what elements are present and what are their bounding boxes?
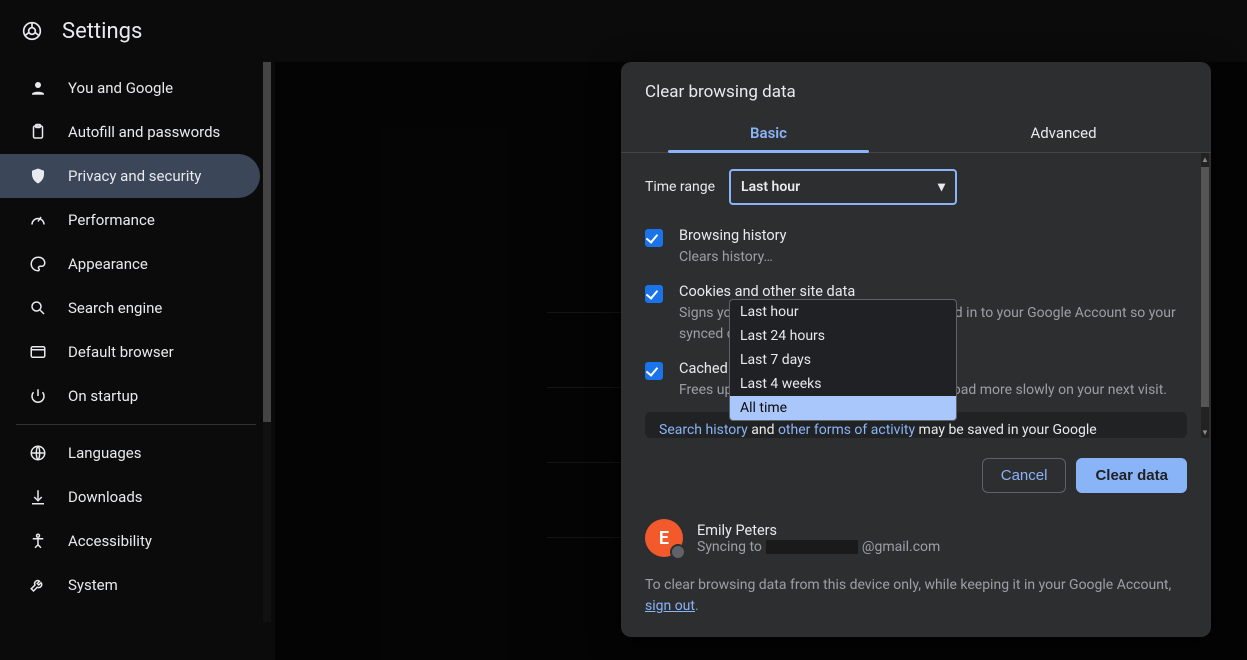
time-option-last-4-weeks[interactable]: Last 4 weeks [730, 372, 956, 396]
clear-browsing-data-dialog: Clear browsing data Basic Advanced Time … [621, 62, 1211, 637]
dialog-title: Clear browsing data [621, 62, 1211, 114]
checkbox-checked-icon[interactable] [645, 362, 663, 380]
sidebar-item-appearance[interactable]: Appearance [0, 242, 275, 286]
link-search-history[interactable]: Search history [659, 422, 748, 438]
page-title: Settings [62, 19, 142, 44]
sidebar-item-label: Languages [68, 444, 142, 462]
sidebar-item-default-browser[interactable]: Default browser [0, 330, 275, 374]
time-range-dropdown: Last hour Last 24 hours Last 7 days Last… [729, 299, 957, 421]
text: Syncing to [697, 539, 762, 555]
checkbox-checked-icon[interactable] [645, 285, 663, 303]
account-row: E Emily Peters Syncing to @gmail.com [621, 509, 1211, 561]
signout-note: To clear browsing data from this device … [621, 561, 1211, 633]
tab-basic[interactable]: Basic [621, 114, 916, 152]
sidebar-item-label: Search engine [68, 299, 162, 317]
globe-icon [28, 444, 48, 462]
tab-advanced[interactable]: Advanced [916, 114, 1211, 152]
sidebar-item-label: Autofill and passwords [68, 123, 220, 141]
text: @gmail.com [862, 539, 940, 555]
link-other-activity[interactable]: other forms of activity [778, 422, 915, 438]
person-icon [28, 79, 48, 97]
sidebar-item-label: Downloads [68, 488, 143, 506]
sidebar-item-label: Performance [68, 211, 155, 229]
window-icon [28, 343, 48, 361]
sidebar-item-label: Accessibility [68, 532, 152, 550]
dialog-tabs: Basic Advanced [621, 114, 1211, 152]
account-sync-status: Syncing to @gmail.com [697, 539, 940, 555]
time-option-last-7-days[interactable]: Last 7 days [730, 348, 956, 372]
sidebar-item-label: On startup [68, 387, 138, 405]
time-option-last-hour[interactable]: Last hour [730, 300, 956, 324]
time-option-last-24-hours[interactable]: Last 24 hours [730, 324, 956, 348]
clear-item-title: Cookies and other site data [679, 283, 1187, 300]
avatar: E [645, 519, 683, 557]
speed-icon [28, 211, 48, 229]
sign-out-link[interactable]: sign out [645, 598, 695, 614]
dialog-body: Time range Last hour ▾ Browsing history … [621, 153, 1211, 438]
power-icon [28, 387, 48, 405]
scroll-down-icon[interactable]: ▼ [1201, 426, 1209, 438]
text: . [695, 598, 699, 614]
sidebar-item-label: Privacy and security [68, 167, 201, 185]
sidebar-item-label: Appearance [68, 255, 148, 273]
chrome-logo-icon [22, 20, 42, 42]
window-titlebar: Settings [0, 0, 1247, 62]
sidebar-item-you-and-google[interactable]: You and Google [0, 66, 275, 110]
time-range-value: Last hour [741, 179, 800, 195]
scroll-up-icon[interactable]: ▲ [1201, 153, 1209, 165]
sidebar-item-label: System [68, 576, 118, 594]
wrench-icon [28, 576, 48, 594]
sidebar-item-downloads[interactable]: Downloads [0, 475, 275, 519]
sidebar-scrollbar-thumb[interactable] [263, 62, 271, 422]
dialog-scrollbar-thumb[interactable] [1201, 167, 1209, 407]
sidebar-item-autofill[interactable]: Autofill and passwords [0, 110, 275, 154]
clear-data-button[interactable]: Clear data [1076, 458, 1187, 493]
redacted-email-local [766, 540, 858, 554]
time-range-label: Time range [645, 179, 715, 195]
sidebar-item-languages[interactable]: Languages [0, 431, 275, 475]
sidebar-item-privacy[interactable]: Privacy and security [0, 154, 260, 198]
clear-item-desc: Clears history… [679, 247, 787, 267]
avatar-initial: E [659, 528, 669, 549]
accessibility-icon [28, 532, 48, 550]
text: and [748, 422, 778, 438]
sidebar-item-performance[interactable]: Performance [0, 198, 275, 242]
sync-badge-icon [670, 544, 686, 560]
settings-main: Check now ❯ ❯ ❯ ❯ Clear browsing data Ba… [275, 62, 1247, 660]
checkbox-checked-icon[interactable] [645, 229, 663, 247]
text: To clear browsing data from this device … [645, 577, 1171, 593]
time-option-all-time[interactable]: All time [730, 396, 956, 420]
sidebar-item-label: Default browser [68, 343, 174, 361]
clipboard-icon [28, 123, 48, 141]
clear-item-title: Browsing history [679, 227, 787, 244]
settings-sidebar: You and Google Autofill and passwords Pr… [0, 62, 275, 660]
time-range-select[interactable]: Last hour ▾ [729, 169, 957, 205]
account-name: Emily Peters [697, 522, 940, 539]
dialog-buttons: Cancel Clear data [621, 442, 1211, 509]
sidebar-item-label: You and Google [68, 79, 173, 97]
download-icon [28, 488, 48, 506]
clear-item-browsing-history[interactable]: Browsing history Clears history… [645, 227, 1187, 267]
sidebar-item-system[interactable]: System [0, 563, 275, 607]
search-icon [28, 299, 48, 317]
shield-icon [28, 167, 48, 185]
sidebar-item-accessibility[interactable]: Accessibility [0, 519, 275, 563]
palette-icon [28, 255, 48, 273]
sidebar-separator [16, 424, 256, 425]
chevron-down-icon: ▾ [938, 179, 945, 195]
sidebar-item-on-startup[interactable]: On startup [0, 374, 275, 418]
cancel-button[interactable]: Cancel [982, 458, 1067, 493]
sidebar-item-search-engine[interactable]: Search engine [0, 286, 275, 330]
text: may be saved in your Google [915, 422, 1097, 438]
